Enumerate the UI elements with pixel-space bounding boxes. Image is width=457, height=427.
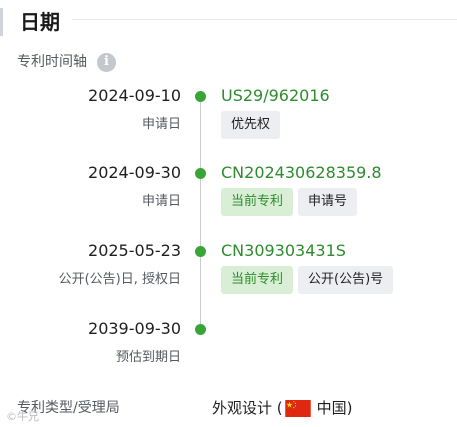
application-number-tag: 申请号	[298, 188, 358, 216]
timeline-dot	[195, 324, 206, 335]
current-patent-tag: 当前专利	[221, 266, 294, 294]
document-number-link[interactable]: CN309303431S	[221, 240, 346, 262]
event-tags: 优先权	[221, 111, 281, 139]
event-tags: 当前专利 申请号	[221, 188, 358, 216]
event-date-type: 申请日	[141, 194, 181, 209]
receiving-office-text: 中国)	[316, 399, 353, 417]
info-icon[interactable]: i	[97, 52, 116, 72]
timeline-dot	[195, 168, 206, 179]
event-date-type: 申请日	[141, 117, 181, 132]
event-date: 2039-09-30	[88, 319, 181, 338]
timeline-header: 专利时间轴 i	[17, 52, 116, 72]
timeline-dot	[195, 91, 206, 102]
priority-tag: 优先权	[221, 111, 281, 139]
event-date-type: 公开(公告)日, 授权日	[58, 272, 181, 287]
timeline-label: 专利时间轴	[17, 54, 87, 70]
event-tags: 当前专利 公开(公告)号	[221, 266, 394, 294]
timeline-axis	[200, 96, 201, 330]
china-flag-icon	[284, 399, 311, 417]
event-date: 2024-09-30	[88, 163, 181, 182]
patent-type-text: 外观设计 (	[212, 399, 283, 417]
publication-number-tag: 公开(公告)号	[298, 266, 394, 294]
timeline-dot	[195, 246, 206, 257]
event-date: 2025-05-23	[88, 241, 181, 260]
document-number-link[interactable]: US29/962016	[221, 85, 330, 107]
event-date: 2024-09-10	[88, 86, 181, 105]
title-divider	[72, 19, 457, 20]
event-date-type: 预估到期日	[115, 350, 181, 365]
section-title: 日期	[20, 10, 60, 34]
document-number-link[interactable]: CN202430628359.8	[221, 162, 382, 184]
watermark: ©牛兄	[6, 410, 39, 423]
current-patent-tag: 当前专利	[221, 188, 294, 216]
section-accent-bar	[0, 8, 3, 36]
patent-type-value: 外观设计 ( 中国)	[212, 397, 352, 419]
